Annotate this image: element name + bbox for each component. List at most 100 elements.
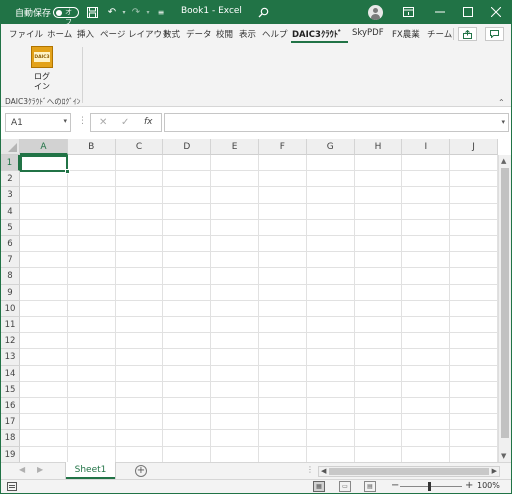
- row-gridline: [20, 348, 498, 350]
- column-header[interactable]: G: [306, 139, 355, 155]
- login-button[interactable]: DAIC3 ログ イン: [29, 46, 55, 92]
- vertical-scroll-thumb[interactable]: [501, 168, 509, 438]
- active-cell[interactable]: [20, 155, 70, 174]
- zoom-slider-thumb[interactable]: [428, 482, 431, 491]
- select-all-button[interactable]: [1, 139, 20, 155]
- sheet-tab[interactable]: Sheet1: [66, 462, 115, 479]
- ribbon: DAIC3 ログ イン DAIC3ｸﾗｳﾄﾞへのﾛｸﾞｲﾝ ⌃: [1, 44, 511, 107]
- tab-help[interactable]: ヘルプ: [262, 28, 288, 40]
- row-header[interactable]: 12: [1, 333, 20, 350]
- row-header[interactable]: 19: [1, 446, 20, 462]
- row-header[interactable]: 3: [1, 187, 20, 204]
- row-header[interactable]: 14: [1, 365, 20, 382]
- column-gridline: [401, 155, 403, 462]
- row-header[interactable]: 11: [1, 317, 20, 334]
- page-break-view-icon[interactable]: ▤: [364, 481, 376, 492]
- normal-view-icon[interactable]: ▦: [313, 481, 325, 492]
- column-header[interactable]: J: [450, 139, 498, 155]
- zoom-in-button[interactable]: +: [465, 480, 473, 491]
- row-header[interactable]: 6: [1, 236, 20, 253]
- horizontal-scrollbar[interactable]: ◀ ▶: [318, 466, 500, 477]
- autosave-toggle[interactable]: オフ: [53, 7, 79, 26]
- redo-dropdown-icon[interactable]: ▾: [141, 5, 155, 19]
- zoom-level[interactable]: 100%: [477, 481, 500, 490]
- row-header[interactable]: 8: [1, 268, 20, 285]
- scroll-down-icon[interactable]: ▼: [501, 452, 506, 460]
- row-header[interactable]: 1: [1, 155, 20, 172]
- tab-formulas[interactable]: 数式: [163, 28, 180, 40]
- column-gridline: [353, 155, 355, 462]
- comments-button[interactable]: [485, 27, 504, 41]
- ribbon-display-options-icon[interactable]: [401, 5, 415, 19]
- column-header[interactable]: E: [211, 139, 259, 155]
- horizontal-scroll-thumb[interactable]: [329, 468, 489, 475]
- customize-qat-icon[interactable]: ≡: [154, 5, 168, 19]
- row-header[interactable]: 16: [1, 398, 20, 415]
- row-header[interactable]: 4: [1, 203, 20, 220]
- column-header[interactable]: D: [163, 139, 212, 155]
- login-icon-text: DAIC3: [34, 52, 50, 62]
- minimize-icon[interactable]: [433, 5, 447, 19]
- row-header[interactable]: 9: [1, 284, 20, 301]
- column-header[interactable]: C: [115, 139, 164, 155]
- row-header[interactable]: 10: [1, 300, 20, 317]
- worksheet-grid[interactable]: ABCDEFGHIJ 1 2 3 4 5 6 7 8 9 10 11 12 13 14 15 16 17 18 19…: [1, 139, 511, 462]
- name-box[interactable]: A1 ▾: [5, 113, 71, 132]
- tab-daic3-cloud[interactable]: DAIC3ｸﾗｳﾄﾞ: [292, 28, 342, 40]
- cancel-icon[interactable]: ✕: [99, 117, 107, 128]
- add-sheet-icon[interactable]: +: [135, 465, 147, 477]
- row-header[interactable]: 7: [1, 252, 20, 269]
- column-header[interactable]: B: [67, 139, 116, 155]
- tab-page-layout[interactable]: ページ レイアウト: [100, 28, 171, 40]
- save-icon[interactable]: [85, 5, 99, 19]
- share-button[interactable]: [458, 27, 477, 41]
- row-header[interactable]: 2: [1, 171, 20, 188]
- row-header[interactable]: 17: [1, 414, 20, 431]
- column-header[interactable]: I: [402, 139, 451, 155]
- row-header[interactable]: 18: [1, 430, 20, 447]
- tab-fx-agriculture[interactable]: FX農業: [392, 28, 420, 40]
- tab-home[interactable]: ホーム: [47, 28, 72, 40]
- scroll-right-icon[interactable]: ▶: [492, 467, 497, 475]
- formula-input[interactable]: ▾: [164, 113, 509, 132]
- vertical-scrollbar[interactable]: ▲ ▼: [498, 155, 511, 462]
- fill-handle[interactable]: [65, 169, 70, 174]
- scroll-left-icon[interactable]: ◀: [321, 467, 326, 475]
- user-avatar[interactable]: [368, 5, 383, 20]
- zoom-out-button[interactable]: −: [391, 480, 399, 491]
- tab-view[interactable]: 表示: [239, 28, 256, 40]
- row-header[interactable]: 15: [1, 381, 20, 398]
- formula-bar-grip-icon[interactable]: ⋮: [78, 116, 87, 126]
- collapse-ribbon-icon[interactable]: ⌃: [498, 98, 505, 107]
- tab-file[interactable]: ファイル: [9, 28, 43, 40]
- next-sheet-icon[interactable]: ▶: [37, 465, 43, 474]
- tab-data[interactable]: データ: [186, 28, 212, 40]
- tab-split-grip-icon[interactable]: ⋮: [306, 465, 314, 474]
- page-layout-view-icon[interactable]: ▭: [339, 481, 351, 492]
- maximize-icon[interactable]: [461, 5, 475, 19]
- tab-insert[interactable]: 挿入: [77, 28, 94, 40]
- cell-mode-icon[interactable]: [7, 482, 17, 491]
- share-icon: [463, 29, 472, 39]
- search-icon[interactable]: [256, 5, 270, 19]
- row-header[interactable]: 5: [1, 219, 20, 236]
- chevron-down-icon[interactable]: ▾: [63, 117, 67, 125]
- prev-sheet-icon[interactable]: ◀: [19, 465, 25, 474]
- name-box-value: A1: [11, 118, 23, 128]
- expand-formula-icon[interactable]: ▾: [501, 118, 505, 126]
- scroll-up-icon[interactable]: ▲: [501, 157, 506, 165]
- tab-team[interactable]: チーム: [427, 28, 452, 40]
- column-header[interactable]: H: [354, 139, 403, 155]
- avatar-body: [371, 14, 380, 20]
- tab-skypdf[interactable]: SkyPDF: [352, 28, 384, 38]
- row-header[interactable]: 13: [1, 349, 20, 366]
- login-label-line2: イン: [34, 82, 50, 91]
- zoom-slider[interactable]: [400, 486, 462, 487]
- active-tab-underline: [291, 41, 348, 43]
- column-header[interactable]: F: [259, 139, 307, 155]
- tab-review[interactable]: 校閲: [216, 28, 233, 40]
- column-header[interactable]: A: [20, 139, 68, 155]
- enter-icon[interactable]: ✓: [121, 117, 129, 128]
- close-icon[interactable]: [489, 5, 503, 19]
- insert-function-icon[interactable]: fx: [144, 117, 153, 127]
